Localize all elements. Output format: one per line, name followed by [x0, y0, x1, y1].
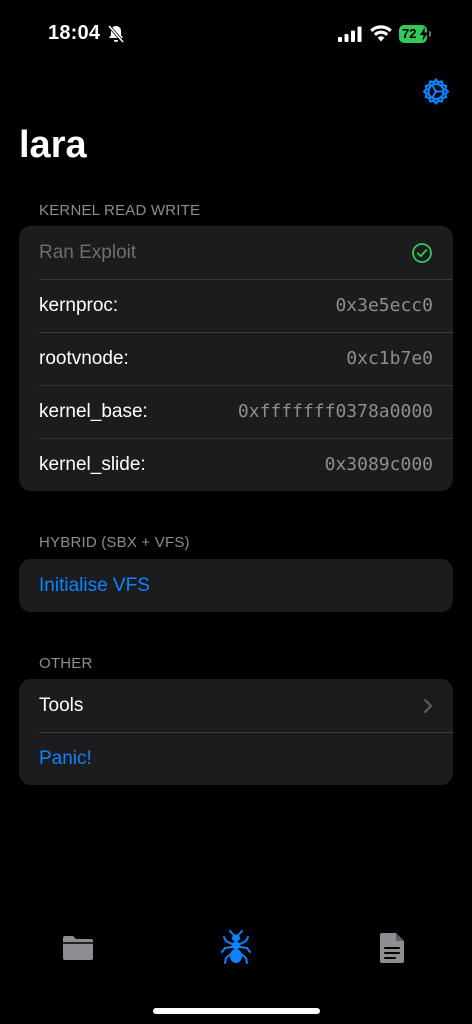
initialise-vfs-button[interactable]: Initialise VFS [19, 559, 453, 612]
cellular-signal-icon [338, 26, 362, 42]
kernel-slide-label: kernel_slide: [39, 453, 146, 475]
section-header-hybrid: HYBRID (SBX + VFS) [39, 534, 190, 551]
status-bar: 18:04 72 [0, 0, 472, 70]
ran-exploit-row: Ran Exploit [19, 226, 453, 279]
battery-tip [429, 31, 431, 37]
folder-icon[interactable] [60, 930, 96, 966]
wifi-icon [370, 25, 392, 42]
tab-bar [0, 900, 472, 990]
kernel-slide-value: 0x3089c000 [324, 454, 433, 475]
tools-row[interactable]: Tools [19, 679, 453, 732]
home-indicator[interactable] [153, 1008, 320, 1014]
kernel-base-label: kernel_base: [39, 400, 148, 422]
tools-label: Tools [39, 694, 84, 716]
checkmark-circle-icon [412, 242, 432, 263]
kernproc-row: kernproc: 0x3e5ecc0 [19, 279, 453, 332]
kernel-slide-row: kernel_slide: 0x3089c000 [19, 438, 453, 491]
initialise-vfs-label: Initialise VFS [39, 574, 150, 596]
section-header-other: OTHER [39, 655, 93, 672]
section-header-kernel-rw: KERNEL READ WRITE [39, 202, 201, 219]
kernproc-value: 0x3e5ecc0 [335, 295, 433, 316]
ran-exploit-label: Ran Exploit [39, 241, 137, 263]
panic-label: Panic! [39, 747, 92, 769]
other-group: Tools Panic! [19, 679, 453, 785]
rootvnode-label: rootvnode: [39, 347, 129, 369]
battery-indicator: 72 [399, 25, 433, 43]
kernel-rw-group: Ran Exploit kernproc: 0x3e5ecc0 rootvnod… [19, 226, 453, 491]
silent-bell-icon [107, 25, 125, 43]
kernel-base-row: kernel_base: 0xfffffff0378a0000 [19, 385, 453, 438]
hybrid-group: Initialise VFS [19, 559, 453, 612]
ant-icon[interactable] [218, 930, 254, 966]
kernel-base-value: 0xfffffff0378a0000 [237, 401, 433, 422]
panic-button[interactable]: Panic! [19, 732, 453, 785]
rootvnode-value: 0xc1b7e0 [346, 348, 433, 369]
page-title: lara [19, 124, 87, 166]
settings-gear-icon[interactable] [420, 76, 452, 108]
status-time: 18:04 [48, 22, 101, 44]
rootvnode-row: rootvnode: 0xc1b7e0 [19, 332, 453, 385]
charging-bolt-icon [420, 27, 428, 41]
chevron-right-icon [424, 698, 432, 713]
kernproc-label: kernproc: [39, 294, 119, 316]
document-icon[interactable] [375, 930, 411, 966]
